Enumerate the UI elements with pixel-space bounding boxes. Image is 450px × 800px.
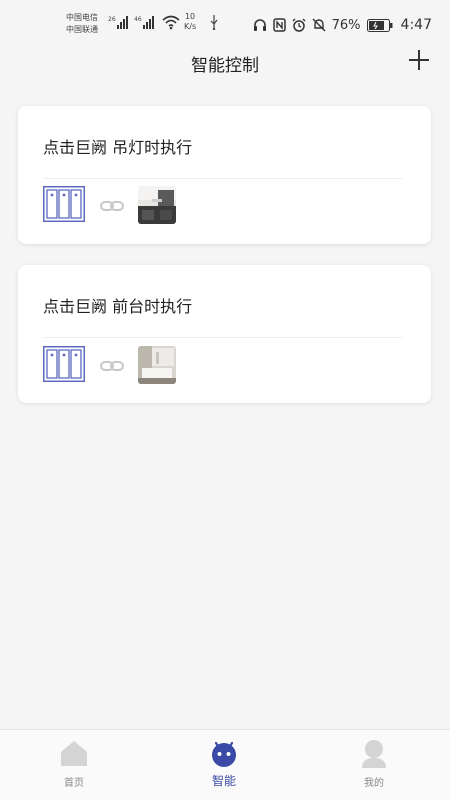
svg-text:26: 26: [108, 16, 116, 23]
scene-thumbnail-image: [138, 186, 176, 224]
bottom-tab-bar: 首页 智能 我的: [0, 729, 450, 800]
scene-card[interactable]: 点击巨阙 吊灯时执行: [18, 106, 431, 244]
carrier-1: 中国电信: [66, 13, 98, 22]
scene-card[interactable]: 点击巨阙 前台时执行: [18, 265, 431, 403]
link-icon: [100, 201, 124, 211]
scene-title: 点击巨阙 吊灯时执行: [43, 138, 193, 157]
user-profile-icon: [362, 740, 386, 768]
app-header: 智能控制: [0, 40, 450, 86]
mute-bell-icon: [312, 18, 326, 32]
alarm-icon: [292, 18, 306, 32]
status-right: 76% 4:47: [253, 15, 432, 35]
page-title: 智能控制: [191, 56, 259, 76]
nfc-icon: [272, 18, 286, 32]
network-speed-unit: K/s: [184, 22, 197, 31]
tab-mine-label: 我的: [364, 778, 384, 789]
signal-strength-icon: 26: [108, 16, 128, 29]
clock-time: 4:47: [400, 17, 432, 33]
usb-icon: [210, 15, 218, 30]
tab-smart[interactable]: 智能: [184, 738, 264, 789]
svg-text:46: 46: [134, 16, 142, 23]
add-scene-button[interactable]: [408, 49, 430, 71]
network-speed: 10 K/s: [184, 12, 196, 32]
tab-mine[interactable]: 我的: [334, 738, 414, 789]
card-divider: [43, 178, 403, 179]
battery-percentage: 76%: [331, 17, 361, 33]
tab-smart-label: 智能: [211, 774, 236, 788]
headset-icon: [253, 19, 266, 31]
card-divider: [43, 337, 403, 338]
status-bar: 中国电信 中国联通 26 46 10 K/s 76% 4:47: [0, 0, 450, 40]
scene-thumbnail-image: [138, 346, 176, 384]
robot-icon: [212, 741, 236, 767]
carrier-2: 中国联通: [66, 25, 98, 34]
signal-strength-2-icon: 46: [134, 16, 154, 29]
scene-title: 点击巨阙 前台时执行: [43, 297, 193, 316]
tab-home[interactable]: 首页: [34, 738, 114, 789]
wifi-icon: [162, 15, 180, 30]
link-icon: [100, 361, 124, 371]
wall-switch-icon: [43, 186, 85, 222]
carrier-names: 中国电信 中国联通: [66, 12, 98, 36]
tab-home-label: 首页: [64, 778, 84, 789]
network-speed-value: 10: [184, 12, 196, 21]
wall-switch-icon: [43, 346, 85, 382]
home-icon: [61, 741, 87, 766]
battery-icon: [366, 18, 393, 32]
